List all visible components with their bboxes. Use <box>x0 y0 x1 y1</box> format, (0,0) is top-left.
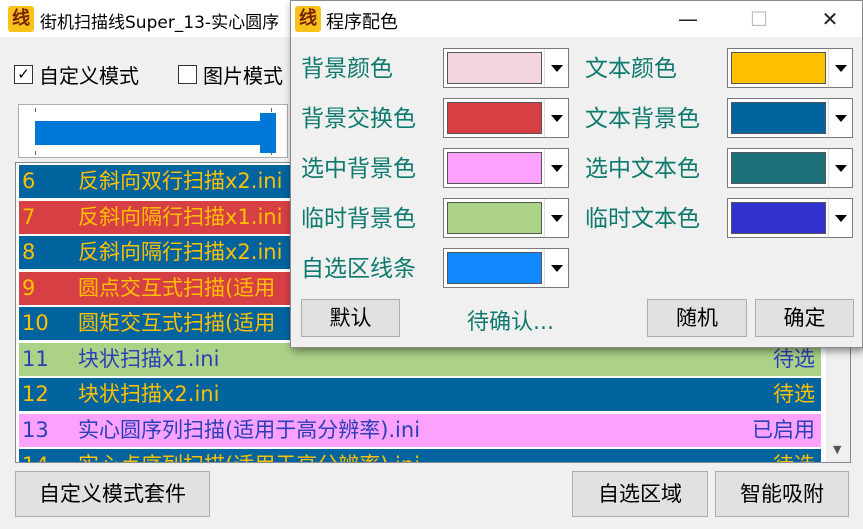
list-item-name: 圆点交互式扫描(适用 <box>78 275 276 300</box>
sel-text-color-swatch <box>731 152 826 184</box>
list-item-name: 反斜向双行扫描x2.ini <box>78 169 283 193</box>
chevron-down-icon[interactable] <box>828 149 852 187</box>
tmp-text-color-dropdown[interactable] <box>727 198 853 238</box>
tmp-bg-color-dropdown[interactable] <box>443 198 569 238</box>
text-color-swatch <box>731 52 826 84</box>
region-line-color-label: 自选区线条 <box>301 256 416 282</box>
chevron-down-icon[interactable] <box>544 99 568 137</box>
minimize-icon[interactable]: — <box>673 5 703 33</box>
list-item-number: 14 <box>22 449 49 462</box>
list-item-name: 块状扫描x2.ini <box>78 382 220 406</box>
custom-mode-checkbox[interactable]: ✓ 自定义模式 <box>14 60 139 89</box>
random-button[interactable]: 随机 <box>647 299 747 337</box>
checkbox-unchecked-icon[interactable] <box>178 65 197 84</box>
slider-tick <box>271 108 272 112</box>
select-area-button[interactable]: 自选区域 <box>572 471 708 517</box>
list-item-number: 12 <box>22 382 49 406</box>
custom-mode-kit-button[interactable]: 自定义模式套件 <box>15 471 210 517</box>
chevron-down-icon[interactable] <box>828 99 852 137</box>
smart-snap-button[interactable]: 智能吸附 <box>715 471 849 517</box>
bg-alt-color-dropdown[interactable] <box>443 98 569 138</box>
dialog-title: 程序配色 <box>326 12 398 33</box>
close-icon[interactable]: ✕ <box>815 5 845 33</box>
list-item-number: 7 <box>22 204 36 229</box>
list-item-status: 已启用 <box>752 417 815 442</box>
custom-mode-label: 自定义模式 <box>39 64 139 88</box>
list-item-name: 实心圆序列扫描(适用于高分辨率).ini <box>78 417 421 442</box>
region-line-color-dropdown[interactable] <box>443 248 569 288</box>
list-item-name: 块状扫描x1.ini <box>78 346 220 371</box>
list-item-name: 反斜向隔行扫描x2.ini <box>78 240 283 264</box>
list-item-number: 11 <box>22 346 49 371</box>
image-mode-label: 图片模式 <box>203 64 283 88</box>
ok-button[interactable]: 确定 <box>755 299 854 337</box>
list-item-number: 10 <box>22 311 49 335</box>
text-bg-color-swatch <box>731 102 826 134</box>
color-scheme-dialog: 线 程序配色 — ☐ ✕ 背景颜色 背景交换色 选中背景色 临时背景色 自选区线… <box>290 0 863 348</box>
tmp-text-color-label: 临时文本色 <box>585 206 700 232</box>
pending-status: 待确认... <box>467 310 554 335</box>
sel-text-color-label: 选中文本色 <box>585 156 700 182</box>
region-line-color-swatch <box>447 252 542 284</box>
bg-color-swatch <box>447 52 542 84</box>
slider-tick <box>35 108 36 112</box>
mode-slider[interactable] <box>18 104 288 158</box>
slider-thumb[interactable] <box>260 113 276 153</box>
slider-tick <box>35 151 36 155</box>
tmp-text-color-swatch <box>731 202 826 234</box>
text-color-dropdown[interactable] <box>727 48 853 88</box>
list-item-number: 9 <box>22 275 36 300</box>
text-color-label: 文本颜色 <box>585 56 677 82</box>
bg-color-label: 背景颜色 <box>301 56 393 82</box>
sel-bg-color-label: 选中背景色 <box>301 156 416 182</box>
list-item[interactable]: 12 块状扫描x2.ini 待选 <box>19 378 821 411</box>
text-bg-color-label: 文本背景色 <box>585 106 700 132</box>
list-item-name: 圆矩交互式扫描(适用 <box>78 311 276 335</box>
sel-bg-color-dropdown[interactable] <box>443 148 569 188</box>
list-item[interactable]: 13 实心圆序列扫描(适用于高分辨率).ini 已启用 <box>19 413 821 447</box>
list-item-number: 13 <box>22 417 49 442</box>
text-bg-color-dropdown[interactable] <box>727 98 853 138</box>
scroll-down-arrow-icon[interactable]: ▼ <box>833 443 841 456</box>
list-item-number: 6 <box>22 169 36 193</box>
default-button[interactable]: 默认 <box>301 299 400 337</box>
chevron-down-icon[interactable] <box>544 249 568 287</box>
image-mode-checkbox[interactable]: 图片模式 <box>178 60 283 89</box>
chevron-down-icon[interactable] <box>544 149 568 187</box>
list-item-name: 实心点序列扫描(适用于高分辨率).ini <box>78 449 420 462</box>
list-item-name: 反斜向隔行扫描x1.ini <box>78 204 283 229</box>
bg-alt-color-swatch <box>447 102 542 134</box>
bg-alt-color-label: 背景交换色 <box>301 106 416 132</box>
app-logo-icon: 线 <box>8 6 34 32</box>
slider-track[interactable] <box>35 121 273 145</box>
sel-bg-color-swatch <box>447 152 542 184</box>
list-item[interactable]: 14 实心点序列扫描(适用于高分辨率).ini 待选 <box>19 449 821 462</box>
dialog-logo-icon: 线 <box>295 6 321 32</box>
main-window-title: 街机扫描线Super_13-实心圆序 <box>40 13 280 33</box>
bg-color-dropdown[interactable] <box>443 48 569 88</box>
list-item-number: 8 <box>22 240 36 264</box>
tmp-bg-color-label: 临时背景色 <box>301 206 416 232</box>
chevron-down-icon[interactable] <box>544 49 568 87</box>
sel-text-color-dropdown[interactable] <box>727 148 853 188</box>
chevron-down-icon[interactable] <box>828 199 852 237</box>
checkbox-checked-icon[interactable]: ✓ <box>14 65 33 84</box>
chevron-down-icon[interactable] <box>544 199 568 237</box>
tmp-bg-color-swatch <box>447 202 542 234</box>
list-item-status: 待选 <box>773 382 815 406</box>
list-item-status: 待选 <box>773 449 815 462</box>
dialog-title-bar: 线 程序配色 — ☐ ✕ <box>291 1 862 37</box>
maximize-icon[interactable]: ☐ <box>744 5 774 33</box>
chevron-down-icon[interactable] <box>828 49 852 87</box>
